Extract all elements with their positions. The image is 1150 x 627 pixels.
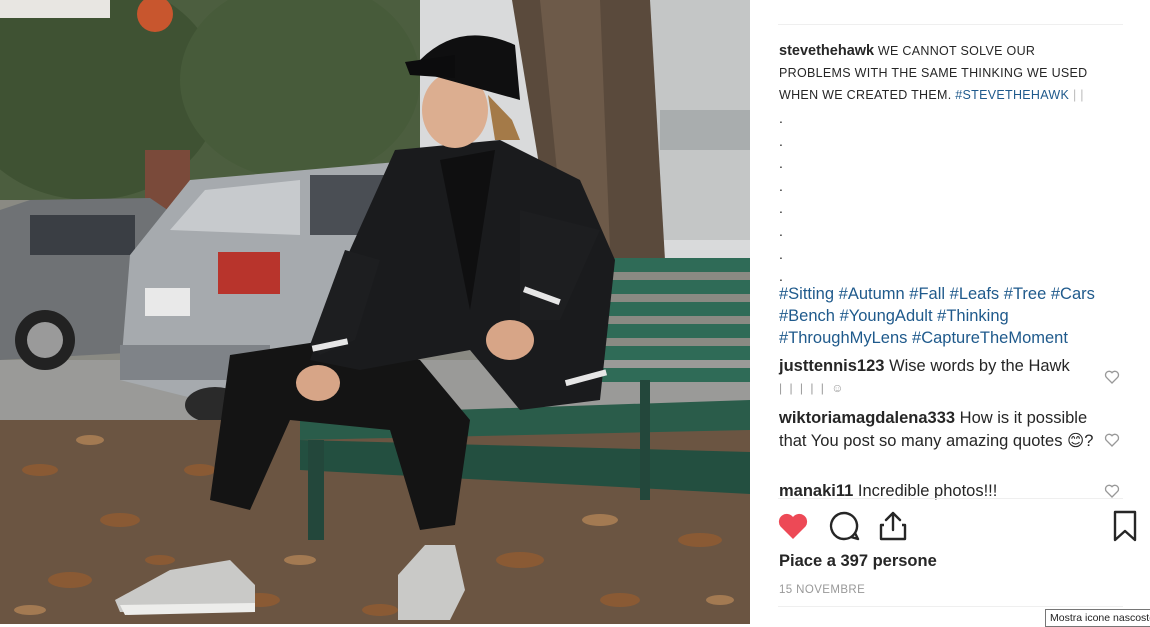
comment-username[interactable]: justtennis123 (779, 357, 884, 375)
comment-item: wiktoriamagdalena333 How is it possible … (779, 407, 1099, 452)
likes-count[interactable]: Piace a 397 persone (779, 552, 937, 571)
hashtag-link[interactable]: #Thinking (937, 307, 1009, 325)
comment-item: manaki11 Incredible photos!!! (779, 480, 1099, 500)
comment-text: Wise words by the Hawk (889, 357, 1070, 375)
hashtag-link[interactable]: #Bench (779, 307, 835, 325)
dot-line: . (779, 132, 783, 149)
hashtag-link[interactable]: #Sitting (779, 285, 834, 303)
photo-illustration (0, 0, 750, 624)
caption-tail: | | (1072, 88, 1084, 102)
comment-bubble-icon[interactable] (827, 509, 861, 543)
divider (778, 498, 1123, 499)
bookmark-icon[interactable] (1108, 509, 1142, 543)
comment-username[interactable]: wiktoriamagdalena333 (779, 409, 955, 427)
hashtag-link[interactable]: #YoungAdult (840, 307, 933, 325)
caption-dots: . . . . . . . . (779, 107, 783, 288)
system-tooltip: Mostra icone nascoste (1045, 609, 1150, 627)
comment-text-extra: | | | | | ☺ (779, 381, 846, 395)
hashtag-link[interactable]: #Tree (1004, 285, 1047, 303)
hashtag-link[interactable]: #Fall (909, 285, 945, 303)
comment-like-heart-icon[interactable] (1104, 432, 1120, 448)
dot-line: . (779, 245, 783, 262)
post-details-panel: stevethehawk WE CANNOT SOLVE OUR PROBLEM… (750, 0, 1150, 624)
dot-line: . (779, 177, 783, 194)
hashtag-link[interactable]: #Autumn (839, 285, 905, 303)
share-icon[interactable] (876, 509, 910, 543)
divider (778, 606, 1123, 607)
hashtag-link[interactable]: #Cars (1051, 285, 1095, 303)
hashtag-link[interactable]: #Leafs (950, 285, 1000, 303)
caption-username[interactable]: stevethehawk (779, 43, 874, 59)
comment-like-heart-icon[interactable] (1104, 483, 1120, 499)
dot-line: . (779, 110, 783, 126)
dot-line: . (779, 155, 783, 172)
dot-line: . (779, 222, 783, 239)
comment-like-heart-icon[interactable] (1104, 369, 1120, 385)
hashtag-link[interactable]: #CaptureTheMoment (912, 329, 1068, 347)
post-photo[interactable] (0, 0, 750, 624)
caption-hashtag[interactable]: #STEVETHEHAWK (955, 88, 1069, 102)
like-heart-filled-icon[interactable] (776, 509, 810, 543)
dot-line: . (779, 200, 783, 217)
hashtag-list: #Sitting #Autumn #Fall #Leafs #Tree #Car… (779, 283, 1124, 349)
comment-item: justtennis123 Wise words by the Hawk (779, 355, 1099, 378)
post-date[interactable]: 15 NOVEMBRE (779, 584, 865, 596)
post-caption: stevethehawk WE CANNOT SOLVE OUR PROBLEM… (779, 40, 1109, 106)
hashtag-link[interactable]: #ThroughMyLens (779, 329, 907, 347)
divider (778, 24, 1123, 25)
